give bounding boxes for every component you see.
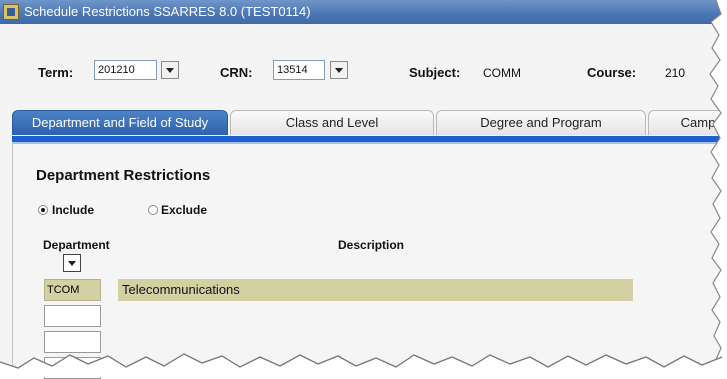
torn-edge-decoration (0, 0, 727, 377)
ssarres-window: Schedule Restrictions SSARRES 8.0 (TEST0… (0, 0, 727, 379)
